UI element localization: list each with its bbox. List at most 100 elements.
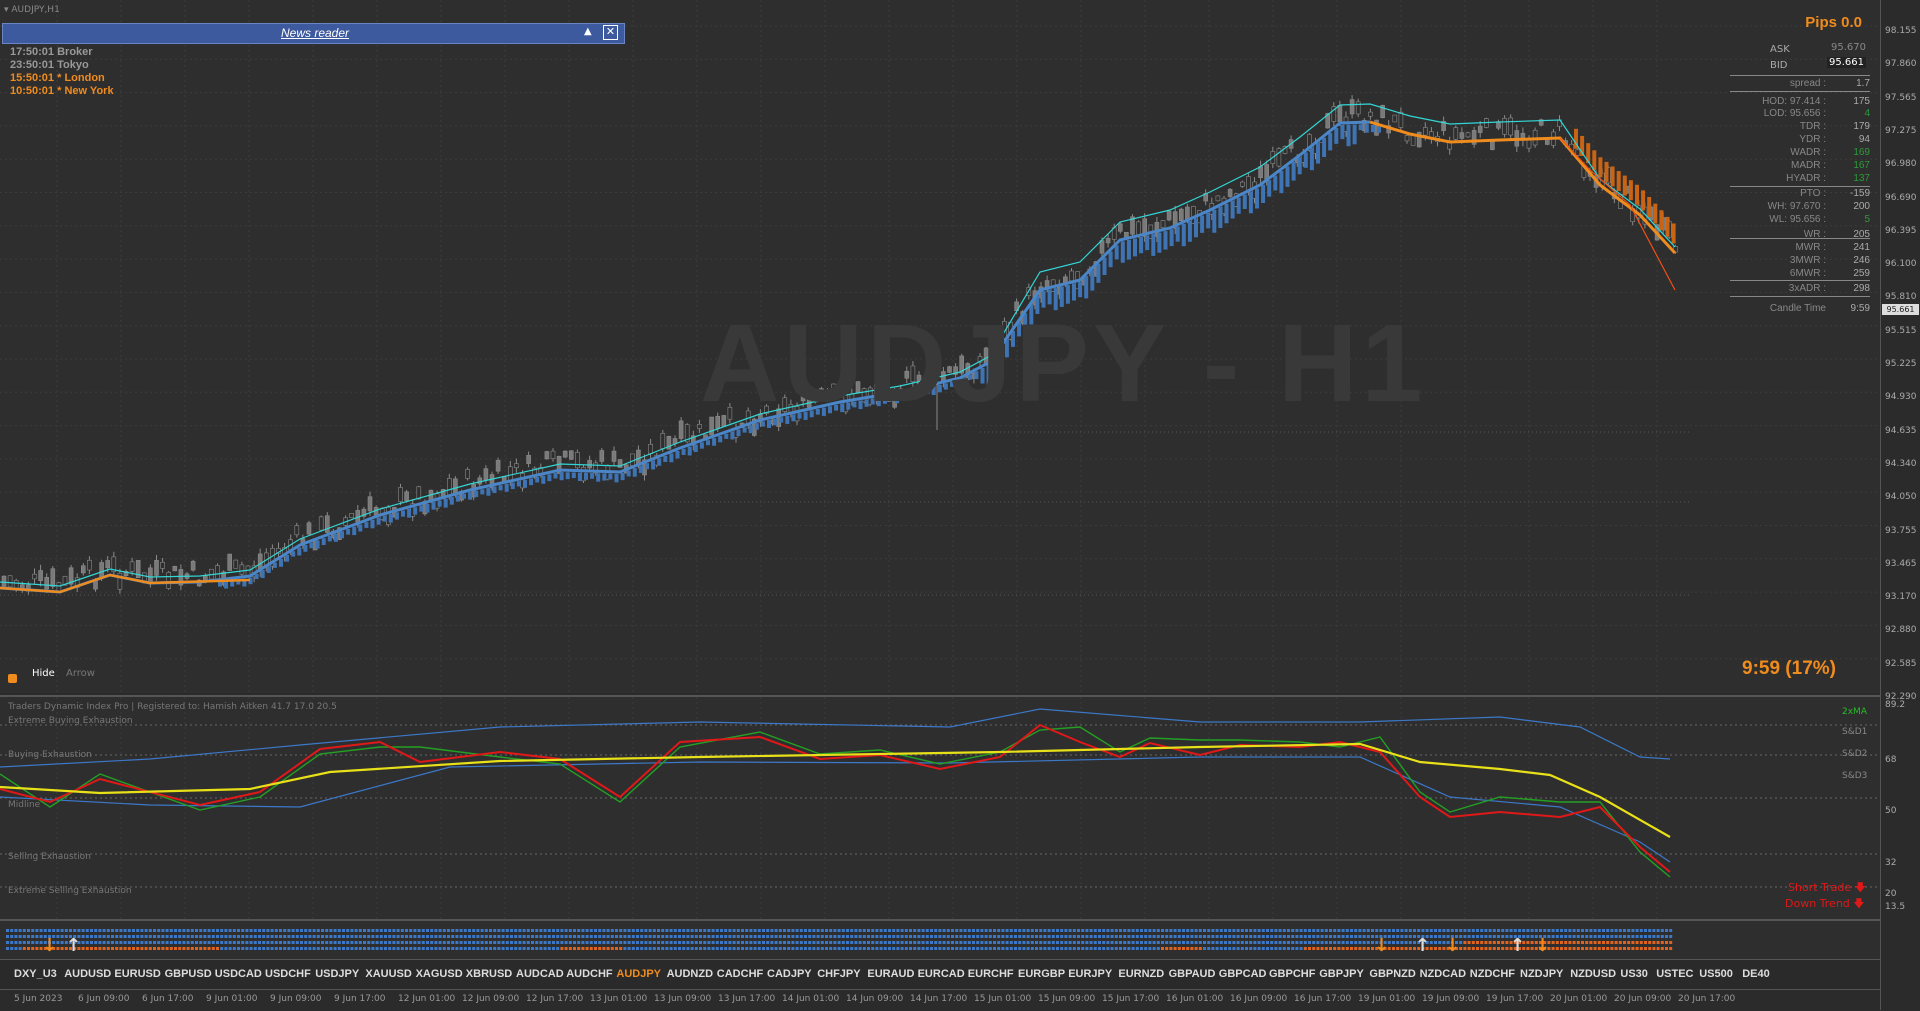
strength-dot (1610, 947, 1614, 950)
symbol-button-xagusd[interactable]: XAGUSD (416, 968, 463, 980)
symbol-button-gbpcad[interactable]: GBPCAD (1219, 968, 1267, 980)
symbol-button-cadjpy[interactable]: CADJPY (767, 968, 812, 980)
strength-dot (783, 947, 786, 950)
symbol-button-gbpjpy[interactable]: GBPJPY (1319, 968, 1364, 980)
symbol-button-dxy_u3[interactable]: DXY_U3 (14, 968, 57, 980)
trend-bar (376, 517, 381, 525)
strength-dot (480, 929, 484, 932)
trend-bar (632, 468, 637, 477)
symbol-button-gbpnzd[interactable]: GBPNZD (1369, 968, 1415, 980)
strength-dot (573, 929, 576, 932)
symbol-button-eurnzd[interactable]: EURNZD (1118, 968, 1164, 980)
strength-dot (438, 947, 442, 950)
strength-dot (602, 947, 606, 950)
strength-dot (741, 935, 744, 938)
strength-dot (489, 947, 492, 950)
symbol-button-xauusd[interactable]: XAUUSD (365, 968, 411, 980)
symbol-button-audcad[interactable]: AUDCAD (516, 968, 564, 980)
symbol-button-audusd[interactable]: AUDUSD (64, 968, 111, 980)
hide-button[interactable]: Hide (32, 668, 55, 679)
strength-dot (245, 947, 249, 950)
symbol-button-us500[interactable]: US500 (1699, 968, 1733, 980)
symbol-switcher-bar[interactable]: DXY_U3 AUDUSD EURUSD GBPUSD USDCAD USDCHF USDJ… (0, 959, 1880, 990)
symbol-button-eurjpy[interactable]: EURJPY (1068, 968, 1112, 980)
strength-dot (573, 941, 576, 944)
strength-dot (804, 929, 807, 932)
tdi-indicator-panel[interactable]: Traders Dynamic Index Pro | Registered t… (0, 695, 1880, 919)
candle-body (306, 522, 312, 535)
strength-dot (501, 935, 505, 938)
main-chart[interactable]: ▾ AUDJPY,H1 AUDJPY - H1 News reader ▲ ✕ … (0, 0, 1880, 693)
price-tick-label: 97.860 (1885, 59, 1917, 70)
arrow-button[interactable]: Arrow (66, 668, 95, 679)
symbol-button-gbpaud[interactable]: GBPAUD (1169, 968, 1216, 980)
symbol-button-eurchf[interactable]: EURCHF (968, 968, 1014, 980)
symbol-button-chfjpy[interactable]: CHFJPY (817, 968, 860, 980)
close-icon[interactable]: ✕ (603, 25, 618, 40)
symbol-button-audjpy[interactable]: AUDJPY (616, 968, 661, 980)
symbol-button-xbrusd[interactable]: XBRUSD (466, 968, 512, 980)
trend-bar (333, 533, 338, 542)
symbol-button-euraud[interactable]: EURAUD (867, 968, 914, 980)
symbol-button-audnzd[interactable]: AUDNZD (667, 968, 713, 980)
strength-dot (81, 947, 85, 950)
symbol-button-de40[interactable]: DE40 (1742, 968, 1770, 980)
stat-value: 298 (1853, 283, 1870, 294)
symbol-button-nzdcad[interactable]: NZDCAD (1420, 968, 1466, 980)
strength-dot (1341, 929, 1345, 932)
strength-dot (1660, 929, 1664, 932)
trend-bar (1242, 194, 1247, 209)
strength-dot (909, 947, 912, 950)
symbol-button-gbpchf[interactable]: GBPCHF (1269, 968, 1315, 980)
strength-dot (665, 929, 669, 932)
strength-dot (400, 941, 404, 944)
strength-dot (346, 947, 350, 950)
strength-dot (1303, 929, 1307, 932)
candle-body (678, 420, 684, 439)
symbol-button-eurgbp[interactable]: EURGBP (1018, 968, 1065, 980)
symbol-button-nzdusd[interactable]: NZDUSD (1570, 968, 1616, 980)
symbol-button-nzdjpy[interactable]: NZDJPY (1520, 968, 1563, 980)
symbol-button-nzdchf[interactable]: NZDCHF (1470, 968, 1515, 980)
strength-dot (1526, 941, 1530, 944)
strength-dot (531, 941, 534, 944)
trend-bar (651, 460, 656, 470)
strength-dot (846, 935, 849, 938)
trend-bar (504, 483, 509, 492)
candle-body (1240, 181, 1245, 187)
strength-dot (1261, 929, 1265, 932)
strength-dot (1618, 929, 1622, 932)
hide-toggle-icon[interactable] (8, 674, 17, 683)
strength-dot (1614, 935, 1618, 938)
strength-dot (867, 941, 870, 944)
news-reader-panel[interactable]: News reader ▲ ✕ (2, 23, 625, 44)
tdi-header: Traders Dynamic Index Pro | Registered t… (8, 702, 337, 712)
strength-dot (1110, 929, 1114, 932)
symbol-button-gbpusd[interactable]: GBPUSD (165, 968, 212, 980)
strength-dot (816, 941, 820, 944)
trend-bar (455, 495, 460, 502)
strength-dot (871, 929, 875, 932)
strength-dot (1072, 941, 1076, 944)
candle-body (562, 450, 568, 458)
stat-value: 137 (1853, 173, 1870, 184)
news-reader-title[interactable]: News reader (281, 26, 349, 40)
strength-dot (413, 947, 417, 950)
symbol-button-usdcad[interactable]: USDCAD (215, 968, 262, 980)
symbol-button-usdchf[interactable]: USDCHF (265, 968, 311, 980)
symbol-button-eurcad[interactable]: EURCAD (918, 968, 965, 980)
strength-dot (123, 947, 127, 950)
symbol-button-ustec[interactable]: USTEC (1656, 968, 1693, 980)
strength-dot (140, 941, 144, 944)
strength-dot (946, 929, 950, 932)
symbol-button-usdjpy[interactable]: USDJPY (315, 968, 359, 980)
symbol-button-audchf[interactable]: AUDCHF (566, 968, 612, 980)
symbol-button-us30[interactable]: US30 (1620, 968, 1648, 980)
collapse-icon[interactable]: ▲ (584, 26, 592, 37)
symbol-button-eurusd[interactable]: EURUSD (114, 968, 160, 980)
candle-body (1404, 135, 1410, 142)
time-tick-label: 13 Jun 01:00 (590, 994, 648, 1004)
trend-bar (687, 446, 692, 456)
strength-dot (699, 929, 702, 932)
symbol-button-cadchf[interactable]: CADCHF (717, 968, 763, 980)
